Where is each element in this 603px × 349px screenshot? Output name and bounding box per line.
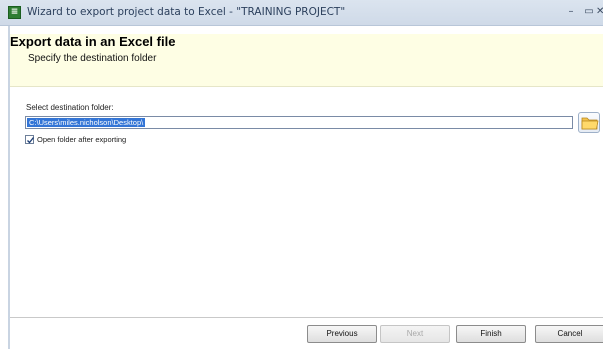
destination-folder-label: Select destination folder: bbox=[26, 103, 114, 112]
next-button[interactable]: Next bbox=[380, 325, 450, 343]
previous-button[interactable]: Previous bbox=[307, 325, 377, 343]
open-folder-checkbox-label[interactable]: Open folder after exporting bbox=[37, 135, 126, 144]
folder-icon bbox=[581, 117, 599, 130]
open-folder-checkbox[interactable] bbox=[25, 135, 35, 144]
window-title: Wizard to export project data to Excel -… bbox=[27, 6, 346, 18]
finish-button[interactable]: Finish bbox=[456, 325, 526, 343]
page-title: Export data in an Excel file bbox=[10, 34, 176, 49]
minimize-button[interactable]: – bbox=[564, 4, 578, 20]
title-bar[interactable]: ≡ Wizard to export project data to Excel… bbox=[0, 0, 603, 26]
footer-divider bbox=[10, 317, 603, 318]
browse-folder-button[interactable] bbox=[578, 112, 600, 133]
destination-folder-value: C:\Users\miles.nicholson\Desktop\ bbox=[27, 118, 146, 127]
app-icon: ≡ bbox=[8, 6, 21, 19]
close-button[interactable]: ✕ bbox=[596, 4, 603, 20]
cancel-button[interactable]: Cancel bbox=[535, 325, 603, 343]
maximize-button[interactable]: ▭ bbox=[582, 4, 596, 20]
destination-folder-input[interactable]: C:\Users\miles.nicholson\Desktop\ bbox=[25, 116, 573, 129]
page-subtitle: Specify the destination folder bbox=[28, 53, 157, 64]
checkmark-icon bbox=[27, 137, 35, 144]
header-divider bbox=[10, 86, 603, 87]
wizard-window: ≡ Wizard to export project data to Excel… bbox=[0, 0, 603, 349]
